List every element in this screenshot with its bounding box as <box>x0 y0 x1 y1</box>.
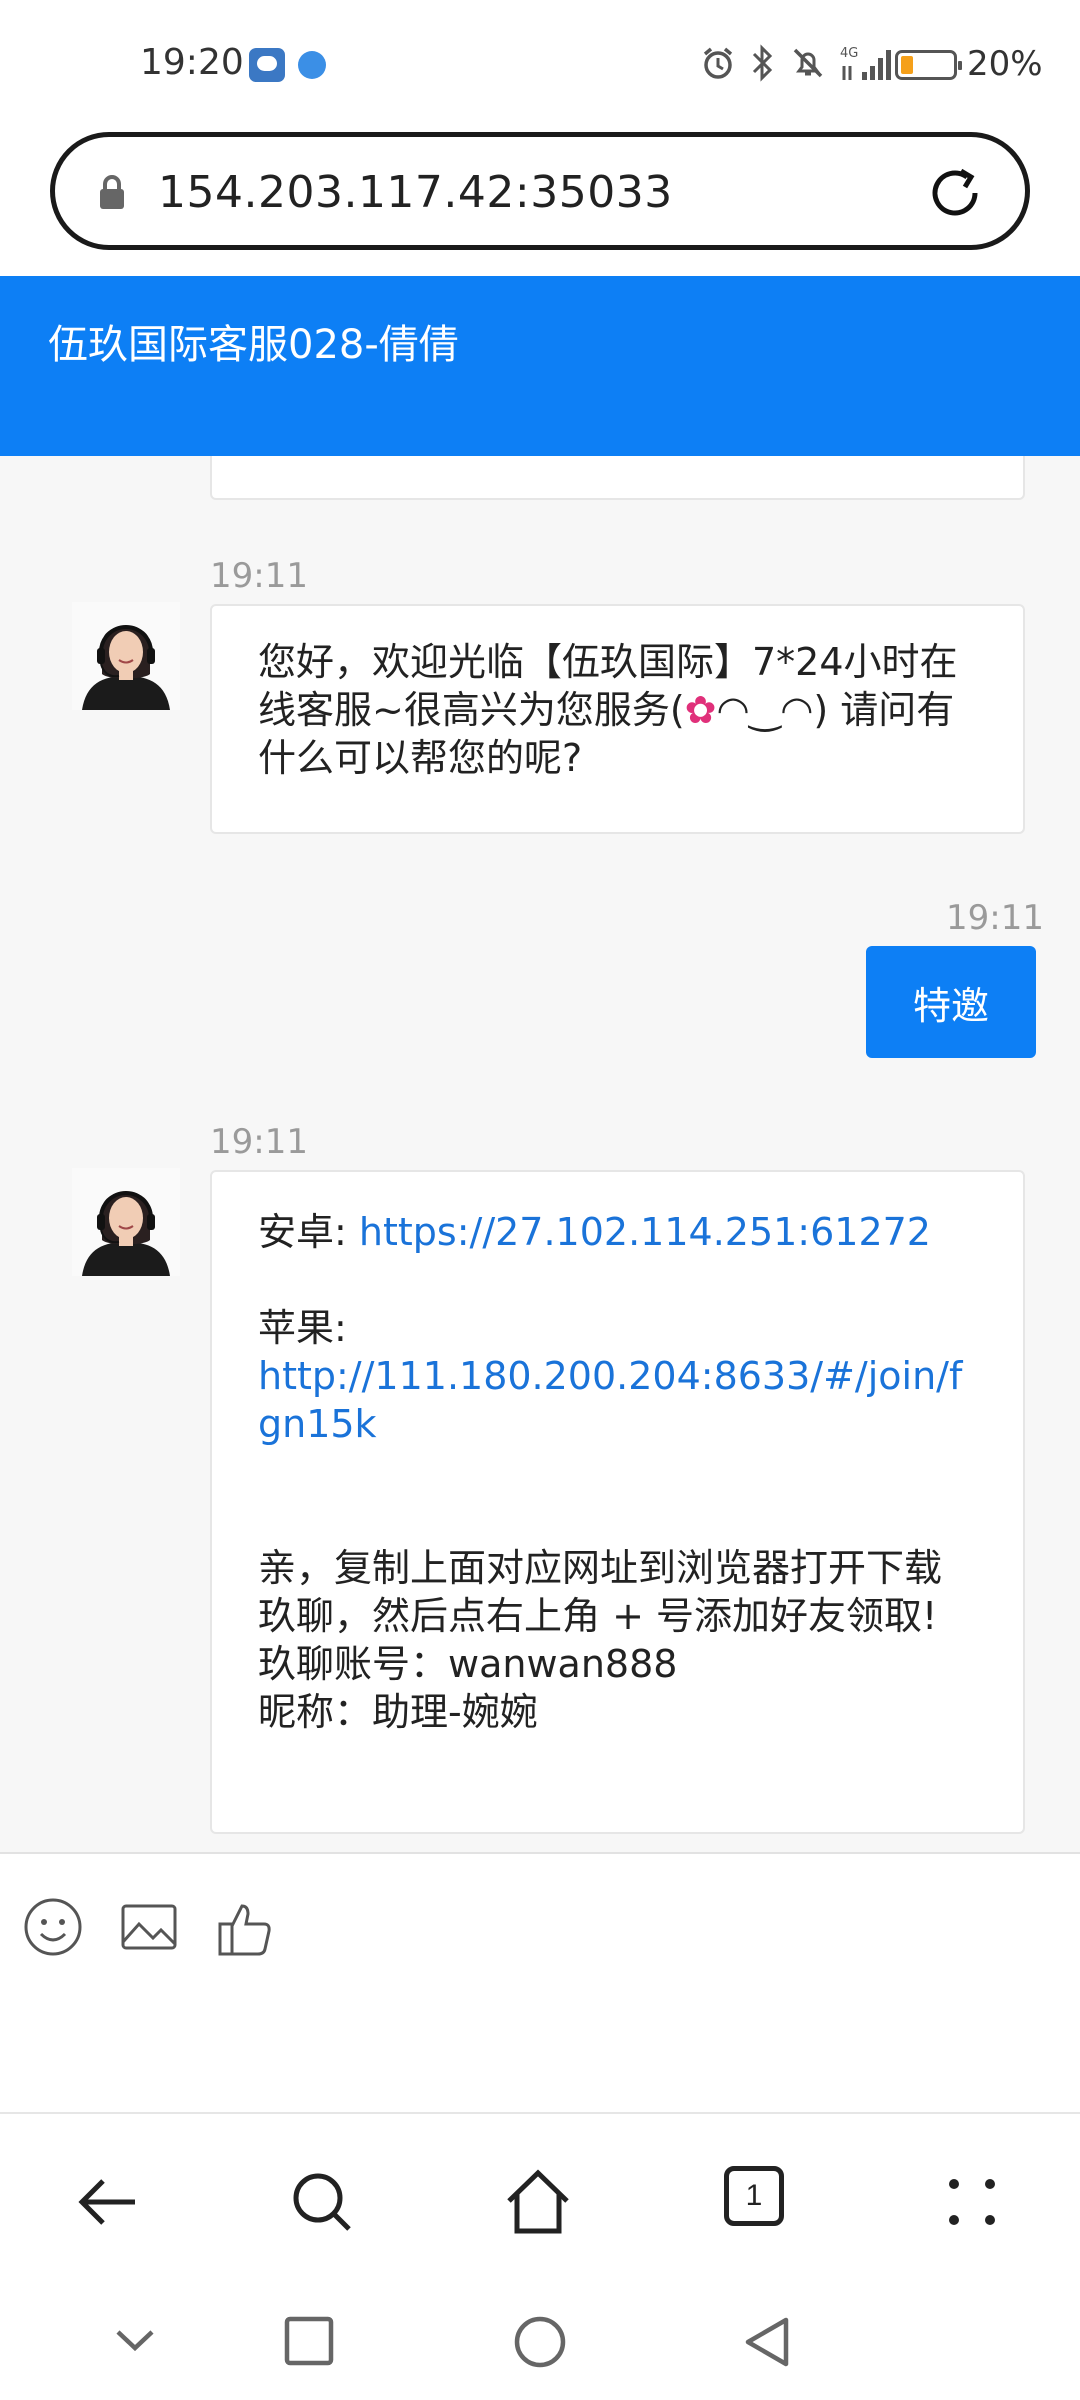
message-notification-icon <box>249 48 285 82</box>
chat-messages[interactable]: 19:11 您好，欢迎光临【伍玖国际】7*24小时在线客服~很高兴为您服务(✿◠… <box>0 456 1080 1852</box>
agent-avatar[interactable] <box>72 1168 180 1276</box>
battery-percentage: 20% <box>967 44 1043 84</box>
battery-icon <box>895 50 962 80</box>
android-line: 安卓: https://27.102.114.251:61272 <box>258 1208 977 1256</box>
mute-icon <box>793 48 823 78</box>
input-toolbar <box>22 1896 282 1956</box>
message-text[interactable]: 您好，欢迎光临【伍玖国际】7*24小时在线客服~很高兴为您服务(✿◠‿◠) 请问… <box>258 638 977 782</box>
system-navigation-bar <box>0 2280 1080 2400</box>
sent-message-bubble[interactable]: 特邀 <box>866 946 1036 1058</box>
message-text[interactable]: 安卓: https://27.102.114.251:61272 苹果: htt… <box>258 1208 977 1736</box>
more-dots-icon <box>949 2179 995 2225</box>
message-text: 特邀 <box>912 983 989 1028</box>
lock-icon <box>100 175 124 209</box>
menu-button[interactable] <box>936 2166 1008 2238</box>
ios-label: 苹果: <box>258 1306 347 1350</box>
status-icons: 4G <box>700 44 896 82</box>
alarm-icon <box>703 47 733 79</box>
message-timestamp: 19:11 <box>210 556 308 596</box>
home-button[interactable] <box>502 2166 574 2238</box>
search-button[interactable] <box>286 2166 358 2238</box>
back-button[interactable] <box>72 2166 144 2238</box>
agent-avatar[interactable] <box>72 602 180 710</box>
message-input-area[interactable] <box>0 1852 1080 2112</box>
flower-emoticon: ✿ <box>684 688 717 732</box>
android-download-link[interactable]: https://27.102.114.251:61272 <box>359 1210 931 1254</box>
tabs-button[interactable]: 1 <box>724 2166 796 2238</box>
signal-icon: 4G <box>840 46 891 80</box>
message-bubble[interactable]: 您好，欢迎光临【伍玖国际】7*24小时在线客服~很高兴为您服务(✿◠‿◠) 请问… <box>210 604 1025 834</box>
emoji-icon[interactable] <box>22 1896 84 1956</box>
tab-count: 1 <box>724 2166 784 2226</box>
home-circle-button[interactable] <box>512 2314 568 2370</box>
message-timestamp: 19:11 <box>946 898 1044 938</box>
collapse-chevron-icon[interactable] <box>110 2314 160 2364</box>
thumbs-up-icon[interactable] <box>214 1896 276 1956</box>
bluetooth-icon <box>752 44 773 82</box>
network-type-label: 4G <box>840 46 858 61</box>
recents-button[interactable] <box>282 2314 336 2368</box>
status-bar: 19:20 4G 20% <box>0 0 1080 130</box>
account-text: 玖聊账号：wanwan888 <box>258 1642 678 1686</box>
chat-title: 伍玖国际客服028-倩倩 <box>48 322 459 368</box>
instruction-text: 亲，复制上面对应网址到浏览器打开下载玖聊，然后点右上角 + 号添加好友领取! <box>258 1546 943 1638</box>
browser-navigation-bar: 1 <box>0 2112 1080 2280</box>
ios-download-link[interactable]: http://111.180.200.204:8633/#/join/fgn15… <box>258 1352 977 1448</box>
android-label: 安卓: <box>258 1210 347 1254</box>
address-bar[interactable]: 154.203.117.42:35033 <box>50 132 1030 250</box>
image-icon[interactable] <box>118 1896 180 1956</box>
message-bubble[interactable]: 安卓: https://27.102.114.251:61272 苹果: htt… <box>210 1170 1025 1834</box>
reload-icon[interactable] <box>925 163 985 223</box>
back-arrow-icon <box>78 2179 135 2225</box>
search-icon <box>293 2173 351 2231</box>
chat-header: 伍玖国际客服028-倩倩 <box>0 276 1080 456</box>
nickname-text: 昵称：助理-婉婉 <box>258 1690 538 1734</box>
message-timestamp: 19:11 <box>210 1122 308 1162</box>
url-text[interactable]: 154.203.117.42:35033 <box>158 167 673 218</box>
home-icon <box>507 2169 569 2234</box>
app-notification-icon <box>298 51 326 79</box>
previous-message-bubble <box>210 456 1025 500</box>
status-time: 19:20 <box>140 42 244 83</box>
back-triangle-button[interactable] <box>740 2314 794 2370</box>
